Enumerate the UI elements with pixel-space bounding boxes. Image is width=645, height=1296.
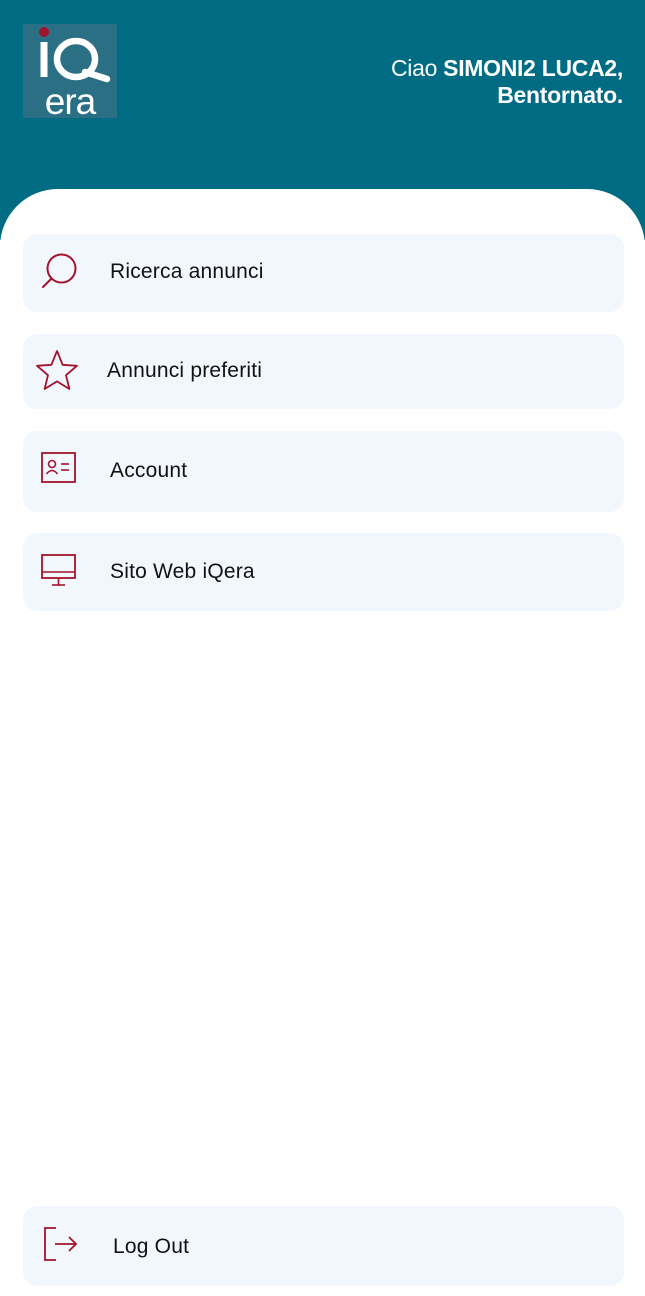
iqera-logo: era [23,24,117,118]
search-icon [42,253,77,288]
menu-item-label: Ricerca annunci [110,260,264,283]
menu-item-label: Annunci preferiti [107,359,263,382]
logout-button[interactable]: Log Out [23,1206,624,1286]
welcome-text: Bentornato. [497,82,623,108]
logout-label: Log Out [113,1235,190,1258]
menu-item-ricerca-annunci[interactable]: Ricerca annunci [23,234,624,312]
svg-text:era: era [45,81,97,118]
menu-item-label: Sito Web iQera [110,560,255,583]
greeting: Ciao SIMONI2 LUCA2, Bentornato. [391,55,623,109]
monitor-icon [41,554,76,586]
menu-item-annunci-preferiti[interactable]: Annunci preferiti [23,334,624,409]
greeting-prefix: Ciao [390,55,444,81]
menu-item-sito-web[interactable]: Sito Web iQera [23,533,624,611]
menu-item-account[interactable]: Account [23,431,624,512]
logout-icon [44,1227,78,1261]
star-icon [36,350,78,390]
iqera-logo-mark: era [39,27,111,118]
menu-item-label: Account [110,459,188,482]
id-card-icon [41,452,76,483]
user-name: SIMONI2 LUCA2, [443,55,623,81]
